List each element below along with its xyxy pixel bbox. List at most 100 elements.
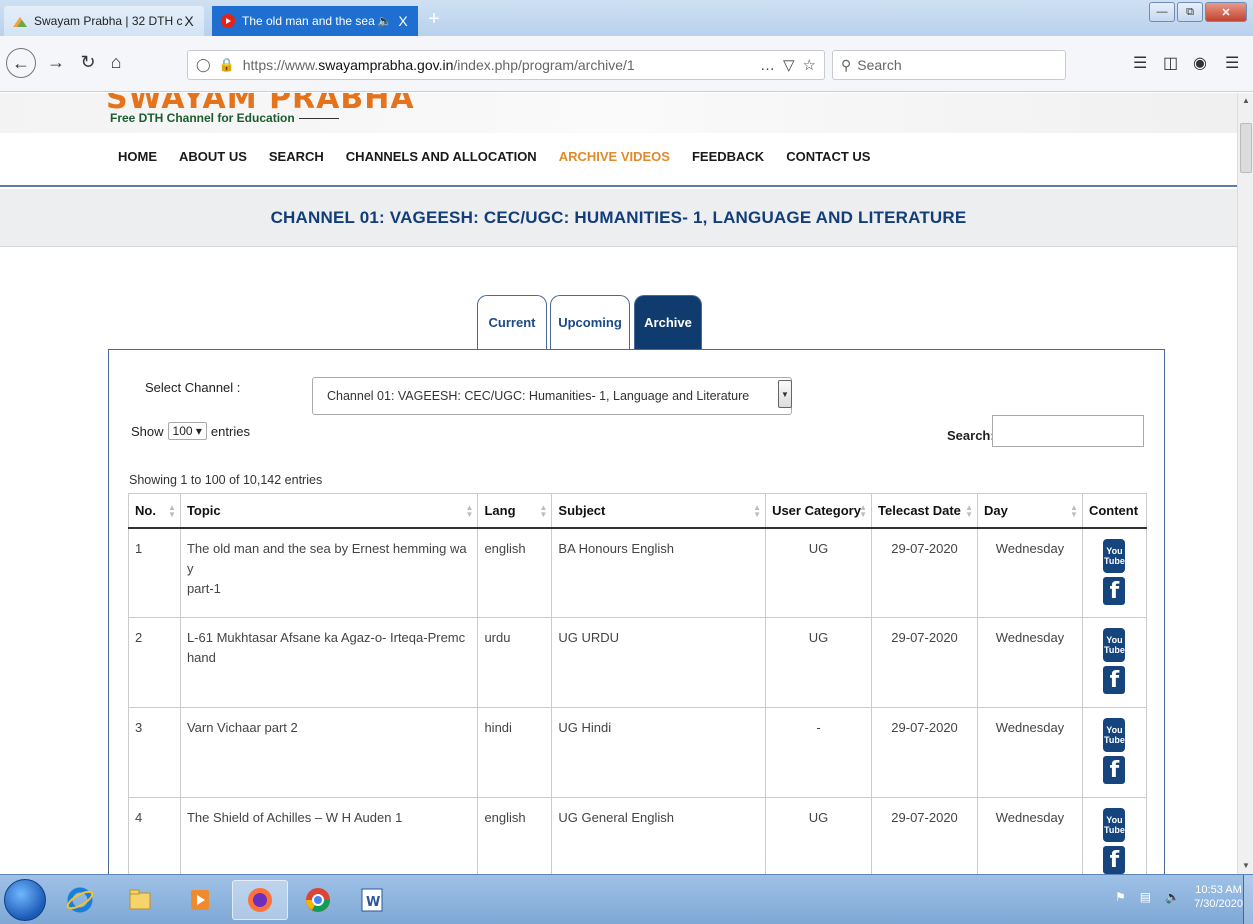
youtube-icon[interactable]: You Tube [1103,628,1126,662]
reload-icon[interactable]: ↻ [74,48,102,76]
browser-search-box[interactable]: ⚲ Search [832,50,1066,80]
sort-icon: ▲ ▼ [753,503,762,519]
cell-topic: L-61 Mukhtasar Afsane ka Agaz-o- Irteqa-… [179,617,479,708]
cell-subject: UG General English [551,797,767,874]
table-search-input[interactable] [992,415,1144,447]
facebook-icon[interactable]: f [1103,846,1126,874]
address-bar[interactable]: ◯ 🔒 https://www.swayamprabha.gov.in/inde… [187,50,825,80]
nav-contact-us[interactable]: CONTACT US [786,149,870,164]
youtube-icon[interactable]: You Tube [1103,718,1126,752]
scroll-thumb[interactable] [1240,123,1252,173]
scroll-down-icon[interactable]: ▼ [1238,858,1253,874]
restore-icon[interactable]: ⧉ [1177,2,1203,22]
nav-feedback[interactable]: FEEDBACK [692,149,764,164]
facebook-icon[interactable]: f [1103,666,1126,694]
nav-home[interactable]: HOME [118,149,157,164]
tab-close-icon[interactable]: X [182,13,196,29]
media-player-icon[interactable] [172,880,228,920]
volume-icon[interactable]: 🔈 [1165,890,1180,904]
bookmark-star-icon[interactable]: ☆ [803,56,816,74]
tab-current[interactable]: Current [477,295,547,349]
new-tab-button[interactable]: + [424,8,444,30]
cell-lang: urdu [477,617,553,708]
tab-youtube-video[interactable]: The old man and the sea by 🔈 X [212,6,418,36]
cell-day: Wednesday [977,617,1083,708]
nav-channels-allocation[interactable]: CHANNELS AND ALLOCATION [346,149,537,164]
tab-upcoming[interactable]: Upcoming [550,295,630,349]
page-actions-icon[interactable]: … [760,57,775,74]
cell-no: 3 [128,707,181,798]
tab-archive[interactable]: Archive [634,295,702,349]
header-subject[interactable]: Subject ▲ ▼ [551,493,767,529]
table-row: 3 Varn Vichaar part 2 hindi UG Hindi - 2… [128,707,1148,798]
search-icon: ⚲ [841,56,852,73]
cell-day: Wednesday [977,707,1083,798]
account-icon[interactable]: ◉ [1193,53,1207,73]
header-telecast-date[interactable]: Telecast Date ▲ ▼ [871,493,979,529]
sidebar-icon[interactable]: ◫ [1163,53,1178,73]
nav-archive-videos[interactable]: ARCHIVE VIDEOS [559,149,670,164]
youtube-icon[interactable]: You Tube [1103,808,1126,842]
cell-content: You Tube f [1081,617,1148,708]
cell-day: Wednesday [977,797,1083,874]
show-label: Show [131,423,164,439]
action-center-flag-icon[interactable]: ⚑ [1115,890,1126,904]
menu-icon[interactable]: ☰ [1225,53,1239,73]
browser-title-bar: Swayam Prabha | 32 DTH chan X The old ma… [0,0,1253,36]
header-day[interactable]: Day ▲ ▼ [977,493,1083,529]
scroll-up-icon[interactable]: ▲ [1238,93,1253,109]
cell-lang: english [477,527,553,618]
start-button-icon[interactable] [4,879,46,921]
clock[interactable]: 10:53 AM 7/30/2020 [1194,883,1243,911]
header-lang[interactable]: Lang ▲ ▼ [477,493,553,529]
home-icon[interactable]: ⌂ [102,48,130,76]
header-user-category[interactable]: User Category ▲ ▼ [765,493,873,529]
windows-taskbar: W ⚑ ▤ 🔈 10:53 AM 7/30/2020 [0,874,1253,924]
internet-explorer-icon[interactable] [52,880,108,920]
close-window-icon[interactable]: ✕ [1205,2,1247,22]
dropdown-arrow-icon[interactable]: ▼ [778,380,792,408]
minimize-icon[interactable]: — [1149,2,1175,22]
table-search-label: Search: [947,428,995,443]
cell-category: UG [765,797,873,874]
network-icon[interactable]: ▤ [1140,890,1151,904]
facebook-icon[interactable]: f [1103,756,1126,784]
show-desktop-button[interactable] [1243,875,1253,924]
lock-icon[interactable]: 🔒 [219,57,235,73]
cell-category: - [765,707,873,798]
library-icon[interactable]: ☰ [1133,53,1147,73]
channel-select[interactable]: Channel 01: VAGEESH: CEC/UGC: Humanities… [312,377,792,415]
speaker-icon[interactable]: 🔈 [377,14,392,28]
cell-date: 29-07-2020 [871,617,979,708]
word-icon[interactable]: W [344,880,400,920]
site-header: SWAYAM PRABHA Free DTH Channel for Educa… [0,93,1237,187]
cell-date: 29-07-2020 [871,527,979,618]
shield-icon[interactable]: ◯ [196,57,211,73]
cell-lang: english [477,797,553,874]
header-topic[interactable]: Topic ▲ ▼ [179,493,479,529]
entries-select[interactable]: 100 ▾ [167,422,207,440]
facebook-icon[interactable]: f [1103,576,1126,605]
cell-no: 1 [128,527,181,618]
page-scrollbar[interactable]: ▲ ▼ [1237,93,1253,874]
show-entries-control: Show 100 ▾ entries [131,422,250,440]
nav-about-us[interactable]: ABOUT US [179,149,247,164]
cell-content: You Tube f [1081,527,1148,618]
browser-nav-bar: ← → ↻ ⌂ ◯ 🔒 https://www.swayamprabha.gov… [0,36,1253,92]
youtube-icon[interactable]: You Tube [1103,538,1126,573]
chrome-icon[interactable] [290,880,346,920]
nav-search[interactable]: SEARCH [269,149,324,164]
firefox-icon[interactable] [232,880,288,920]
forward-icon[interactable]: → [42,48,70,76]
file-explorer-icon[interactable] [112,880,168,920]
back-icon[interactable]: ← [6,48,36,78]
cell-category: UG [765,617,873,708]
header-no[interactable]: No. ▲ ▼ [128,493,181,529]
cell-day: Wednesday [977,527,1083,618]
window-controls: — ⧉ ✕ [1149,2,1247,22]
youtube-favicon-icon [220,13,236,29]
channel-banner: CHANNEL 01: VAGEESH: CEC/UGC: HUMANITIES… [0,189,1237,247]
pocket-icon[interactable]: ▽ [783,56,795,74]
tab-close-icon[interactable]: X [396,13,410,29]
tab-swayam-prabha[interactable]: Swayam Prabha | 32 DTH chan X [4,6,204,36]
